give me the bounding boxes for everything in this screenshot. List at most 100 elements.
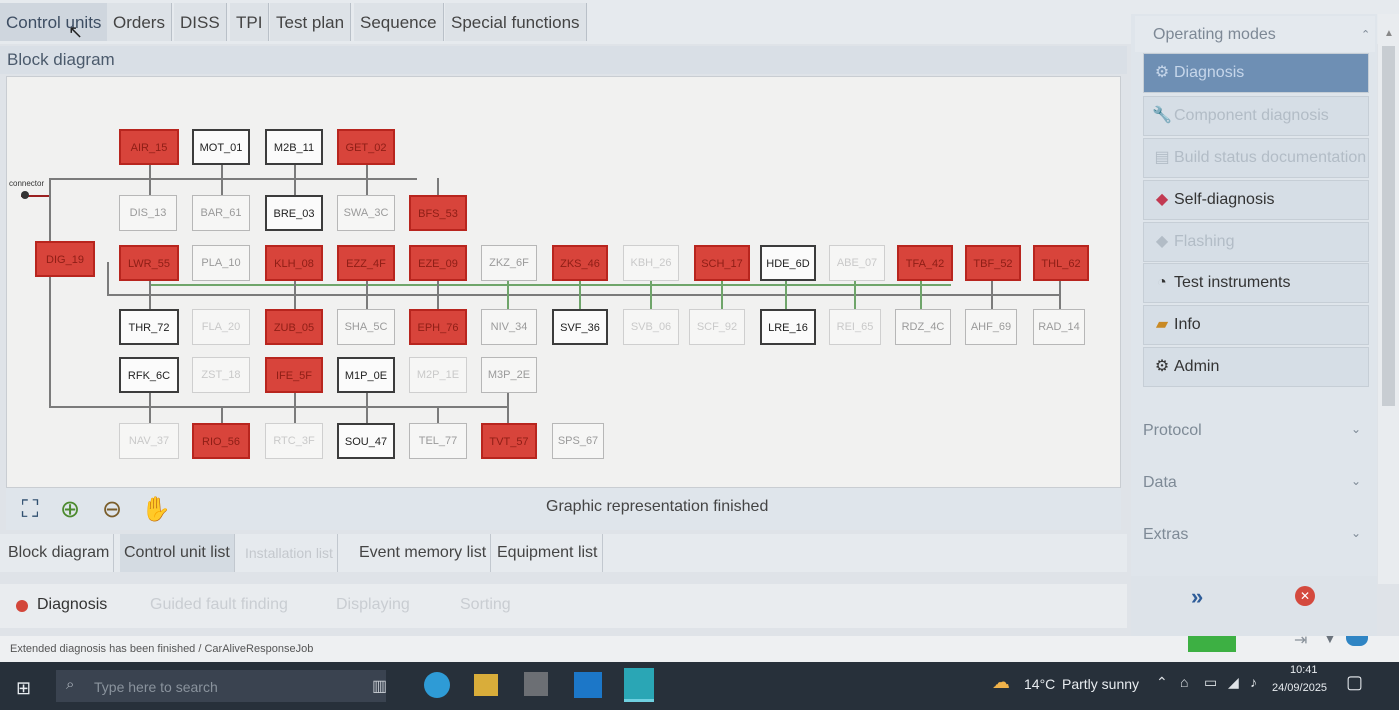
control-unit-block[interactable]: BAR_61 bbox=[192, 195, 250, 231]
control-unit-block[interactable]: ABE_07 bbox=[829, 245, 885, 281]
control-unit-block[interactable]: MOT_01 bbox=[192, 129, 250, 165]
wifi-icon[interactable]: ◢ bbox=[1228, 674, 1239, 691]
battery-tray-icon[interactable]: ▭ bbox=[1204, 674, 1217, 691]
tab-event-memory-list[interactable]: Event memory list bbox=[355, 534, 492, 572]
section-protocol[interactable]: Protocol ⌄ bbox=[1143, 422, 1369, 440]
control-unit-block[interactable]: BFS_53 bbox=[409, 195, 467, 231]
control-unit-block[interactable]: SCF_92 bbox=[689, 309, 745, 345]
control-unit-block[interactable]: AHF_69 bbox=[965, 309, 1017, 345]
control-unit-block[interactable]: M2B_11 bbox=[265, 129, 323, 165]
tab-tpi[interactable]: TPI bbox=[230, 3, 270, 41]
tab-test-plan[interactable]: Test plan bbox=[270, 3, 352, 41]
volume-icon[interactable]: ♪ bbox=[1250, 674, 1257, 690]
control-unit-block[interactable]: ZST_18 bbox=[192, 357, 250, 393]
control-unit-block[interactable]: KBH_26 bbox=[623, 245, 679, 281]
file-explorer-icon[interactable] bbox=[474, 674, 498, 696]
menu-item-diagnosis[interactable]: ⚙ Diagnosis bbox=[1143, 53, 1369, 93]
menu-item-test-instruments[interactable]: ◔ Test instruments bbox=[1143, 263, 1369, 303]
control-unit-block[interactable]: DIS_13 bbox=[119, 195, 177, 231]
control-unit-block[interactable]: LRE_16 bbox=[760, 309, 816, 345]
tab-block-diagram[interactable]: Block diagram bbox=[4, 534, 115, 572]
mode-displaying[interactable]: Displaying bbox=[336, 596, 410, 614]
control-unit-block[interactable]: SCH_17 bbox=[694, 245, 750, 281]
control-unit-block[interactable]: FLA_20 bbox=[192, 309, 250, 345]
zoom-in-icon[interactable]: ⊕ bbox=[54, 494, 86, 526]
cancel-icon[interactable]: ✕ bbox=[1295, 586, 1315, 606]
control-unit-block[interactable]: NAV_37 bbox=[119, 423, 179, 459]
tab-installation-list[interactable]: Installation list bbox=[241, 534, 338, 572]
control-unit-block[interactable]: REI_65 bbox=[829, 309, 881, 345]
control-unit-block[interactable]: GET_02 bbox=[337, 129, 395, 165]
scroll-up-icon[interactable]: ▲ bbox=[1384, 28, 1394, 39]
control-unit-block[interactable]: BRE_03 bbox=[265, 195, 323, 231]
next-arrow-icon[interactable]: » bbox=[1191, 584, 1203, 610]
mode-sorting[interactable]: Sorting bbox=[460, 596, 511, 614]
control-unit-block[interactable]: TBF_52 bbox=[965, 245, 1021, 281]
control-unit-block[interactable]: ZKS_46 bbox=[552, 245, 608, 281]
control-unit-block[interactable]: SHA_5C bbox=[337, 309, 395, 345]
edge-browser-icon[interactable] bbox=[424, 672, 450, 698]
tray-chevron-icon[interactable]: ⌃ bbox=[1156, 674, 1168, 691]
control-unit-block[interactable]: HDE_6D bbox=[760, 245, 816, 281]
control-unit-block[interactable]: DIG_19 bbox=[35, 241, 95, 277]
search-box[interactable]: ⌕ Type here to search bbox=[56, 670, 386, 702]
control-unit-block[interactable]: SVF_36 bbox=[552, 309, 608, 345]
menu-item-admin[interactable]: ⚙ Admin bbox=[1143, 347, 1369, 387]
control-unit-block[interactable]: RTC_3F bbox=[265, 423, 323, 459]
menu-item-component-diagnosis[interactable]: 🔧 Component diagnosis bbox=[1143, 96, 1369, 136]
windows-start-icon[interactable]: ⊞ bbox=[16, 678, 36, 698]
control-unit-block[interactable]: EPH_76 bbox=[409, 309, 467, 345]
control-unit-block[interactable]: AIR_15 bbox=[119, 129, 179, 165]
control-unit-block[interactable]: ZKZ_6F bbox=[481, 245, 537, 281]
control-unit-block[interactable]: EZE_09 bbox=[409, 245, 467, 281]
collapse-chevron-icon[interactable]: ⌃ bbox=[1361, 28, 1370, 41]
scroll-thumb[interactable] bbox=[1382, 46, 1395, 406]
notification-icon[interactable]: ▢ bbox=[1346, 672, 1363, 693]
control-unit-block[interactable]: TVT_57 bbox=[481, 423, 537, 459]
control-unit-block[interactable]: SWA_3C bbox=[337, 195, 395, 231]
mode-guided-fault-finding[interactable]: Guided fault finding bbox=[150, 596, 288, 614]
section-data[interactable]: Data ⌄ bbox=[1143, 474, 1369, 492]
control-unit-block[interactable]: SVB_06 bbox=[623, 309, 679, 345]
menu-item-build-status-documentation[interactable]: ▤ Build status documentation bbox=[1143, 138, 1369, 178]
control-unit-block[interactable]: NIV_34 bbox=[481, 309, 537, 345]
block-diagram-canvas[interactable]: connector AIR_15 MOT_01 M2B_11 GET_02 DI… bbox=[6, 76, 1121, 488]
section-extras[interactable]: Extras ⌄ bbox=[1143, 526, 1369, 544]
control-unit-block[interactable]: IFE_5F bbox=[265, 357, 323, 393]
diagnosis-app-icon[interactable] bbox=[624, 668, 654, 702]
tab-equipment-list[interactable]: Equipment list bbox=[493, 534, 603, 572]
vertical-scrollbar[interactable]: ▲ bbox=[1378, 14, 1399, 584]
outlook-icon[interactable] bbox=[574, 672, 602, 698]
tab-orders[interactable]: Orders bbox=[107, 3, 172, 41]
tab-control-unit-list[interactable]: Control unit list bbox=[120, 534, 235, 572]
control-unit-block[interactable]: PLA_10 bbox=[192, 245, 250, 281]
control-unit-block[interactable]: TFA_42 bbox=[897, 245, 953, 281]
control-unit-block[interactable]: RDZ_4C bbox=[895, 309, 951, 345]
fit-to-window-icon[interactable]: ⛶ bbox=[14, 494, 46, 526]
control-unit-block[interactable]: SOU_47 bbox=[337, 423, 395, 459]
zoom-out-icon[interactable]: ⊖ bbox=[96, 494, 128, 526]
menu-item-info[interactable]: ▰ Info bbox=[1143, 305, 1369, 345]
control-unit-block[interactable]: TEL_77 bbox=[409, 423, 467, 459]
control-unit-block[interactable]: M1P_0E bbox=[337, 357, 395, 393]
tab-diss[interactable]: DISS bbox=[174, 3, 227, 41]
control-unit-block[interactable]: RAD_14 bbox=[1033, 309, 1085, 345]
menu-item-self-diagnosis[interactable]: ◆ Self-diagnosis bbox=[1143, 180, 1369, 220]
control-unit-block[interactable]: ZUB_05 bbox=[265, 309, 323, 345]
task-view-icon[interactable]: ▥ bbox=[372, 676, 396, 696]
menu-item-flashing[interactable]: ◆ Flashing bbox=[1143, 222, 1369, 262]
control-unit-block[interactable]: THR_72 bbox=[119, 309, 179, 345]
store-icon[interactable] bbox=[524, 672, 548, 696]
control-unit-block[interactable]: KLH_08 bbox=[265, 245, 323, 281]
control-unit-block[interactable]: LWR_55 bbox=[119, 245, 179, 281]
operating-modes-header[interactable]: Operating modes ⌃ bbox=[1135, 16, 1375, 52]
tab-special-functions[interactable]: Special functions bbox=[445, 3, 587, 41]
mode-diagnosis[interactable]: Diagnosis bbox=[37, 596, 107, 614]
network-icon[interactable]: ⌂ bbox=[1180, 674, 1188, 690]
control-unit-block[interactable]: RFK_6C bbox=[119, 357, 179, 393]
tab-control-units[interactable]: Control units bbox=[0, 3, 109, 41]
control-unit-block[interactable]: M2P_1E bbox=[409, 357, 467, 393]
pan-hand-icon[interactable]: ✋ bbox=[140, 494, 172, 526]
control-unit-block[interactable]: SPS_67 bbox=[552, 423, 604, 459]
control-unit-block[interactable]: RIO_56 bbox=[192, 423, 250, 459]
